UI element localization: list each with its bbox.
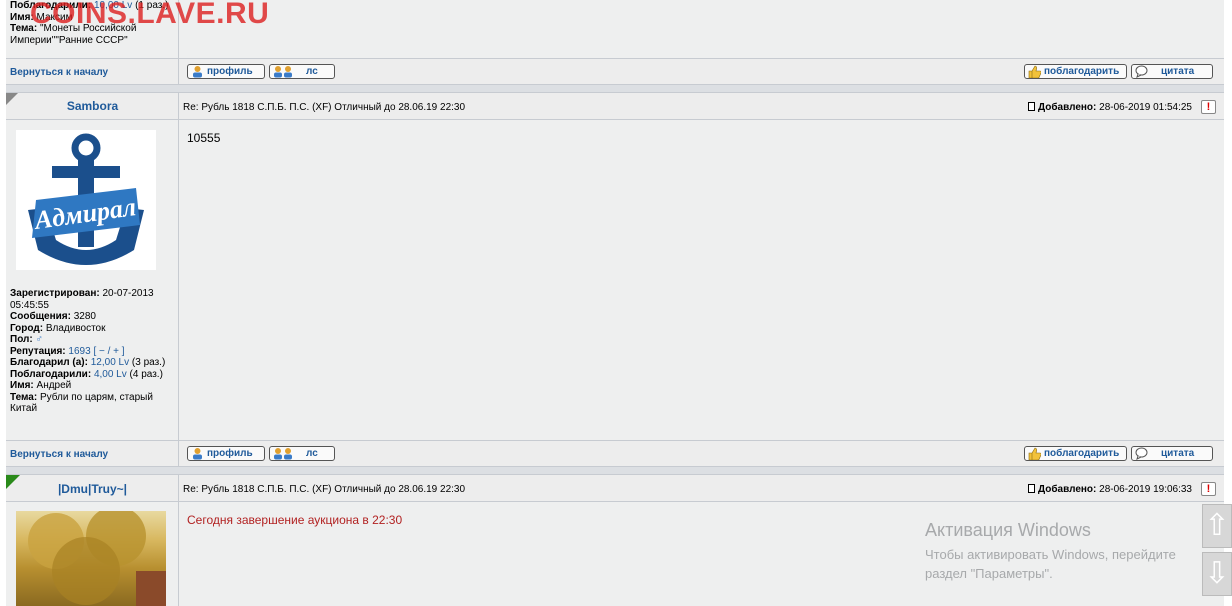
post-header: |Dmu|Truy~| Re: Рубль 1818 С.П.Б. П.С. (…: [6, 474, 1224, 502]
profile-button[interactable]: профиль: [187, 446, 265, 461]
thanked-by-label: Благодарил (а):: [10, 357, 88, 368]
quote-button[interactable]: цитата: [1131, 64, 1213, 79]
scroll-down-button[interactable]: ⇩: [1202, 552, 1232, 596]
username-link[interactable]: Sambora: [6, 99, 179, 113]
post-message: 10555: [187, 131, 221, 145]
thank-button[interactable]: поблагодарить: [1024, 64, 1127, 79]
post-message: Сегодня завершение аукциона в 22:30: [187, 513, 403, 527]
profile-button[interactable]: профиль: [187, 64, 265, 79]
site-watermark: COINS.LAVE.RU: [30, 0, 270, 30]
post-subject: Re: Рубль 1818 С.П.Б. П.С. (XF) Отличный…: [183, 102, 466, 113]
post-footer: Вернуться к началу профиль лс поблагодар…: [6, 440, 1224, 467]
avatar[interactable]: Адмирал: [16, 130, 156, 270]
name-label: Имя:: [10, 380, 34, 391]
messages-label: Сообщения:: [10, 311, 71, 322]
post-body: Адмирал Зарегистрирован: 20-07-2013 05:4…: [6, 120, 1224, 440]
post-separator: [6, 85, 1224, 92]
reputation-label: Репутация:: [10, 345, 66, 357]
quote-bubble-icon: [1135, 65, 1148, 78]
male-icon: ♂: [35, 334, 44, 345]
quote-button[interactable]: цитата: [1131, 446, 1213, 461]
activation-title: Активация Windows: [925, 520, 1091, 540]
back-to-top-link[interactable]: Вернуться к началу: [10, 449, 108, 460]
post-separator: [6, 467, 1224, 474]
post-prev-footer: Вернуться к началу профиль лс поблагодар…: [6, 58, 1224, 85]
activation-line2: раздел "Параметры".: [925, 566, 1053, 581]
thumbs-up-icon: [1028, 65, 1042, 79]
back-to-top-link[interactable]: Вернуться к началу: [10, 67, 108, 78]
thanked-by-suffix: (3 раз.): [131, 357, 166, 368]
username-link[interactable]: |Dmu|Truy~|: [6, 482, 179, 496]
thumbs-up-icon: [1028, 447, 1042, 461]
user-info: [6, 502, 179, 606]
sex-label: Пол:: [10, 334, 33, 345]
report-icon[interactable]: !: [1201, 482, 1216, 496]
avatar[interactable]: [16, 511, 166, 606]
windows-activation-notice: Активация Windows Чтобы активировать Win…: [925, 520, 1176, 583]
activation-line1: Чтобы активировать Windows, перейдите: [925, 547, 1176, 562]
users-icon: [273, 65, 297, 78]
thanked-label: Поблагодарили:: [10, 368, 92, 380]
post-header: Sambora Re: Рубль 1818 С.П.Б. П.С. (XF) …: [6, 92, 1224, 120]
reputation-vote-links[interactable]: [ − / + ]: [93, 346, 124, 357]
thanked-value-link[interactable]: 4,00 Lv: [94, 369, 127, 380]
post-date: Добавлено: 28-06-2019 19:06:33: [1027, 484, 1192, 495]
user-icon: [191, 65, 204, 78]
thanked-suffix: (4 раз.): [129, 368, 163, 380]
users-icon: [273, 447, 297, 460]
city-label: Город:: [10, 322, 44, 334]
document-icon: [1027, 102, 1035, 111]
post-date: Добавлено: 28-06-2019 01:54:25: [1027, 102, 1192, 113]
scroll-up-button[interactable]: ⇧: [1202, 504, 1232, 548]
forum-thread: Поблагодарили: 10,00 Lv (1 раз.) Имя: Ма…: [6, 0, 1224, 606]
reputation-value-link[interactable]: 1693: [68, 346, 90, 357]
document-icon: [1027, 484, 1035, 493]
pm-button[interactable]: лс: [269, 446, 335, 461]
user-icon: [191, 447, 204, 460]
name-value: Андрей: [36, 380, 72, 391]
user-info: Адмирал Зарегистрирован: 20-07-2013 05:4…: [6, 120, 179, 440]
report-icon[interactable]: !: [1201, 100, 1216, 114]
topic-label: Тема:: [10, 391, 38, 403]
pm-button[interactable]: лс: [269, 64, 335, 79]
city-value: Владивосток: [45, 322, 106, 334]
quote-bubble-icon: [1135, 447, 1148, 460]
post-prev-content: [179, 0, 1224, 58]
registered-label: Зарегистрирован:: [10, 288, 100, 299]
thank-button[interactable]: поблагодарить: [1024, 446, 1127, 461]
messages-value: 3280: [73, 311, 96, 322]
post-subject: Re: Рубль 1818 С.П.Б. П.С. (XF) Отличный…: [183, 484, 466, 495]
thanked-by-value-link[interactable]: 12,00 Lv: [91, 357, 129, 368]
